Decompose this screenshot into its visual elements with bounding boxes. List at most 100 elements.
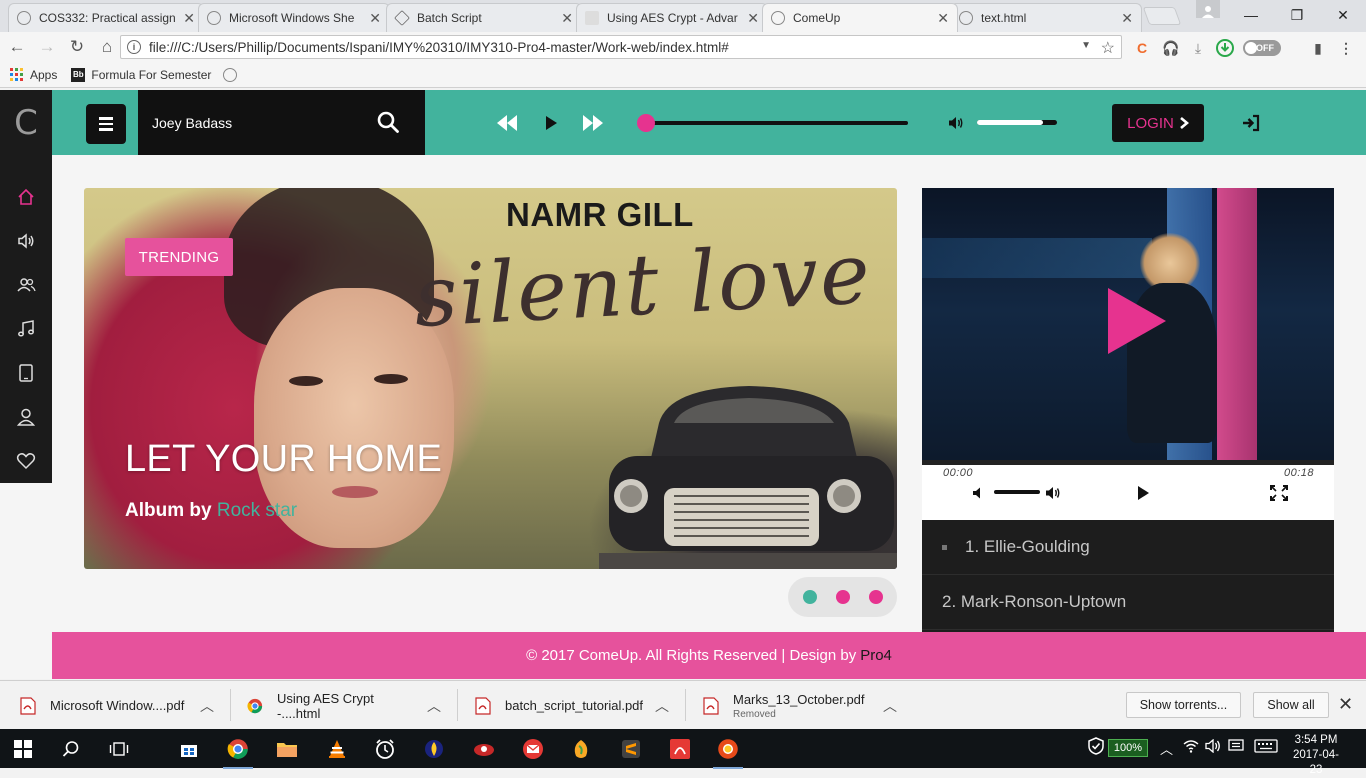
extension-c-icon[interactable]: C — [1132, 38, 1152, 58]
system-clock[interactable]: 3:54 PM 2017-04-23 — [1288, 733, 1344, 778]
browser-tab[interactable]: Microsoft Windows She ✕ — [198, 3, 390, 32]
address-bar[interactable]: i file:///C:/Users/Phillip/Documents/Isp… — [120, 35, 1122, 59]
profile-icon[interactable] — [1196, 0, 1220, 18]
volume-icon[interactable] — [947, 114, 965, 132]
chrome-menu-icon[interactable]: ⋮ — [1336, 38, 1356, 58]
volume-slider[interactable] — [977, 120, 1057, 125]
vlc-icon[interactable] — [322, 734, 352, 764]
heart-icon[interactable] — [0, 439, 52, 483]
video-volume-slider[interactable] — [994, 490, 1040, 494]
browser-tab[interactable]: text.html ✕ — [950, 3, 1142, 32]
volume-up-icon[interactable] — [1044, 484, 1064, 502]
sign-in-icon[interactable] — [1240, 112, 1262, 134]
chevron-up-icon[interactable]: ︿ — [883, 696, 897, 716]
video-play-button-icon[interactable] — [1133, 484, 1153, 502]
chrome-taskbar-icon[interactable] — [223, 734, 253, 769]
track-progress-bar[interactable] — [646, 121, 908, 125]
close-tab-icon[interactable]: ✕ — [183, 10, 195, 27]
footer-designer-link[interactable]: Pro4 — [860, 647, 892, 664]
play-icon[interactable] — [538, 112, 564, 134]
track-progress-knob[interactable] — [637, 114, 655, 132]
action-center-icon[interactable] — [1228, 739, 1244, 756]
playlist-item[interactable]: 1. Ellie-Goulding — [922, 520, 1334, 575]
search-icon[interactable] — [376, 110, 400, 134]
volume-tray-icon[interactable] — [1205, 738, 1221, 756]
browser-tab[interactable]: Using AES Crypt - Advar ✕ — [576, 3, 768, 32]
rewind-icon[interactable] — [494, 112, 520, 134]
minimize-icon[interactable]: — — [1228, 0, 1274, 30]
info-icon[interactable]: i — [127, 40, 141, 54]
close-tab-icon[interactable]: ✕ — [369, 10, 381, 27]
task-view-icon[interactable] — [104, 734, 134, 764]
download-item[interactable]: Marks_13_October.pdf ︿ Removed — [703, 681, 897, 730]
shield-tray-icon[interactable] — [1088, 737, 1104, 758]
login-button[interactable]: LOGIN — [1112, 104, 1204, 142]
bookmark-star-icon[interactable]: ☆ — [1101, 38, 1115, 58]
headphones-icon[interactable]: 🎧 — [1161, 38, 1181, 58]
sublime-text-icon[interactable] — [616, 734, 646, 764]
chevron-up-icon[interactable]: ︿ — [200, 696, 214, 716]
download-item[interactable]: Using AES Crypt -....html ︿ — [247, 681, 441, 730]
acrobat-icon[interactable] — [665, 734, 695, 764]
music-note-icon[interactable] — [0, 307, 52, 351]
browser-tab[interactable]: Batch Script ✕ — [386, 3, 582, 32]
bookmark-formula[interactable]: Bb Formula For Semester — [71, 67, 211, 82]
wifi-icon[interactable] — [1183, 739, 1199, 756]
close-tab-icon[interactable]: ✕ — [1121, 10, 1133, 27]
back-arrow-icon[interactable]: ← — [4, 34, 30, 60]
video-player[interactable] — [922, 188, 1334, 460]
alarm-clock-icon[interactable] — [370, 734, 400, 764]
fl-studio-icon[interactable] — [566, 734, 596, 764]
keyboard-icon[interactable] — [1254, 739, 1278, 756]
forward-arrow-icon[interactable]: → — [34, 34, 60, 60]
download-item[interactable]: batch_script_tutorial.pdf ︿ — [475, 681, 669, 730]
close-window-icon[interactable]: ✕ — [1320, 0, 1366, 30]
close-tab-icon[interactable]: ✕ — [561, 10, 573, 27]
extension-toggle[interactable]: OFF — [1243, 40, 1281, 56]
slider-dot-1[interactable] — [802, 590, 817, 604]
hamburger-menu-button[interactable] — [86, 104, 126, 144]
download-tray-icon[interactable]: ⤓ — [1188, 38, 1208, 58]
users-icon[interactable] — [0, 263, 52, 307]
bookmark-apps[interactable]: Apps — [10, 67, 57, 82]
user-icon[interactable] — [0, 395, 52, 439]
mute-icon[interactable] — [970, 484, 990, 502]
browser-tab[interactable]: COS332: Practical assign ✕ — [8, 3, 204, 32]
new-tab-button[interactable] — [1142, 7, 1182, 25]
hero-banner[interactable]: TRENDING NAMR GILL silent love LET YOUR … — [84, 188, 897, 569]
close-tab-icon[interactable]: ✕ — [937, 10, 949, 27]
video-play-icon[interactable] — [1108, 288, 1166, 354]
maximize-icon[interactable]: ❐ — [1274, 0, 1320, 30]
fullscreen-icon[interactable] — [1269, 484, 1289, 502]
reload-icon[interactable]: ↻ — [64, 34, 90, 60]
mail-icon[interactable] — [518, 734, 548, 764]
chevron-up-icon[interactable]: ︿ — [1160, 739, 1173, 758]
slider-dot-3[interactable] — [868, 590, 883, 604]
show-all-button[interactable]: Show all — [1253, 692, 1329, 718]
video-progress-bar[interactable] — [922, 460, 1334, 465]
file-explorer-icon[interactable] — [272, 734, 302, 764]
dropdown-caret-icon[interactable]: ▼ — [1081, 40, 1091, 51]
site-logo[interactable]: C — [0, 90, 52, 155]
home-icon[interactable] — [0, 175, 52, 219]
battery-indicator[interactable]: 100% — [1108, 739, 1148, 757]
tablet-icon[interactable] — [0, 351, 52, 395]
download-item[interactable]: Microsoft Window....pdf ︿ — [20, 681, 214, 730]
close-shelf-icon[interactable]: ✕ — [1338, 694, 1353, 715]
app-red-disc-icon[interactable] — [469, 734, 499, 764]
windows-start-icon[interactable] — [8, 734, 38, 764]
album-artist-link[interactable]: Rock star — [217, 500, 297, 521]
green-download-icon[interactable] — [1215, 38, 1235, 58]
close-tab-icon[interactable]: ✕ — [747, 10, 759, 27]
lock-extension-icon[interactable]: ▮ — [1308, 38, 1328, 58]
search-icon[interactable] — [56, 734, 86, 764]
home-icon[interactable]: ⌂ — [94, 34, 120, 60]
search-input[interactable] — [152, 112, 372, 134]
browser-tab-active[interactable]: ComeUp ✕ — [762, 3, 958, 32]
chevron-up-icon[interactable]: ︿ — [655, 696, 669, 716]
playlist-item[interactable]: 2. Mark-Ronson-Uptown — [922, 575, 1334, 630]
chrome-canary-icon[interactable] — [713, 734, 743, 769]
store-icon[interactable] — [174, 734, 204, 764]
app-flame-icon[interactable] — [419, 734, 449, 764]
bookmark-loading[interactable] — [223, 67, 243, 82]
